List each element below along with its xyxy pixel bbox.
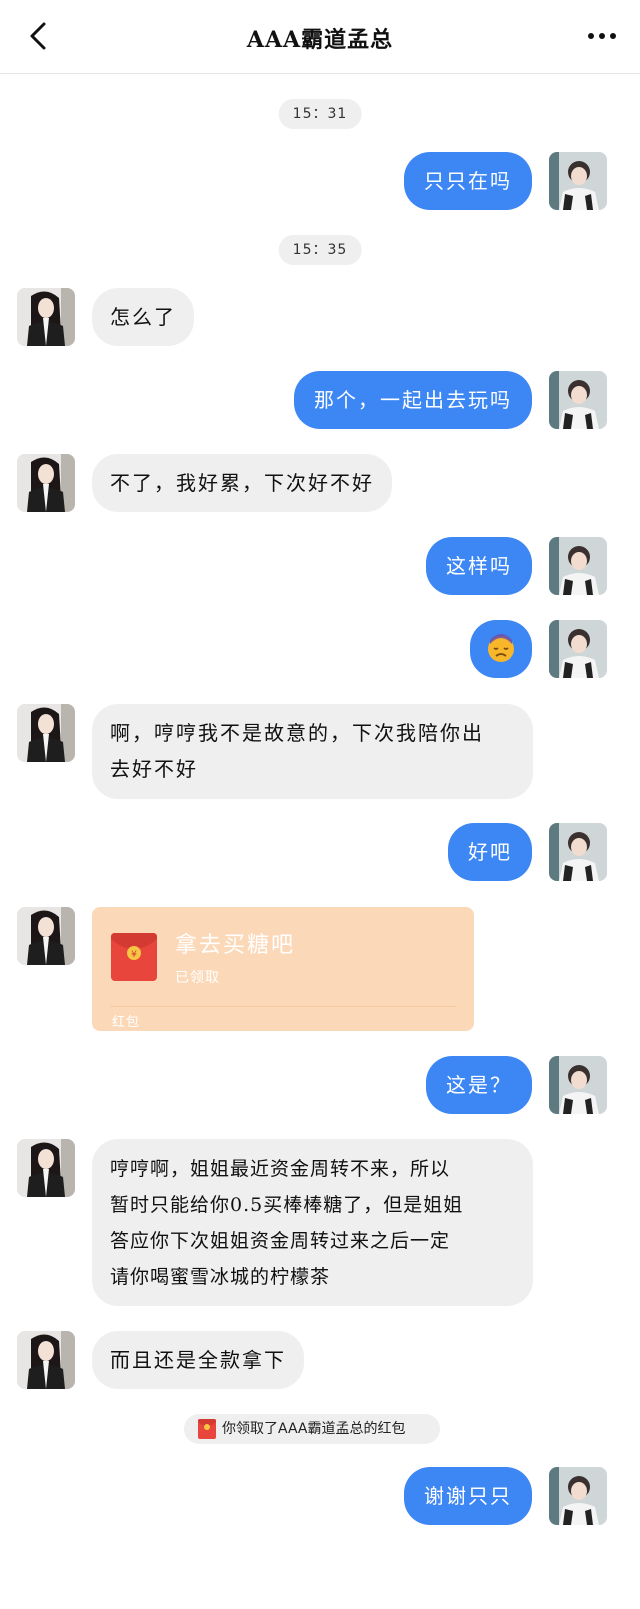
divider [110,1006,456,1007]
contact-avatar[interactable] [17,1331,75,1389]
message-bubble-sent[interactable]: 好吧 [448,823,532,881]
message-bubble-received[interactable]: 而且还是全款拿下 [92,1331,304,1389]
red-packet-title: 拿去买糖吧 [175,933,296,958]
red-packet-claimed-notice: 你领取了AAA霸道孟总的红包 [184,1414,440,1444]
message-line: 哼哼啊，姐姐最近资金周转不来，所以 [110,1158,451,1180]
message-line: 啊，哼哼我不是故意的，下次我陪你出 [110,721,484,745]
timestamp: 15：31 [278,99,362,129]
red-packet-icon: ¥ [111,933,157,981]
notice-text: 你领取了AAA霸道孟总的红包 [222,1421,406,1437]
chat-header: AAA霸道孟总 [0,0,640,74]
chat-title: AAA霸道孟总 [246,27,394,53]
red-packet-status: 已领取 [175,970,220,986]
more-button[interactable] [582,18,622,54]
red-packet-card[interactable]: ¥ 拿去买糖吧 已领取 红包 [92,907,474,1031]
my-avatar[interactable] [549,1467,607,1525]
message-bubble-received[interactable]: 不了，我好累，下次好不好 [92,454,392,512]
chevron-left-icon [30,22,46,50]
message-bubble-sent[interactable]: 谢谢只只 [404,1467,532,1525]
red-packet-label: 红包 [112,1015,141,1030]
contact-avatar[interactable] [17,704,75,762]
message-bubble-sent-emoji[interactable] [470,620,532,678]
contact-avatar[interactable] [17,288,75,346]
contact-avatar[interactable] [17,454,75,512]
my-avatar[interactable] [549,537,607,595]
my-avatar[interactable] [549,371,607,429]
message-line: 去好不好 [110,757,198,781]
red-packet-icon [198,1419,216,1439]
my-avatar[interactable] [549,823,607,881]
timestamp: 15：35 [278,235,362,265]
contact-avatar[interactable] [17,907,75,965]
sad-face-emoji [488,634,514,662]
message-bubble-received[interactable]: 哼哼啊，姐姐最近资金周转不来，所以 暂时只能给你0.5买棒棒糖了，但是姐姐 答应… [92,1139,533,1306]
message-line: 暂时只能给你0.5买棒棒糖了，但是姐姐 [110,1194,464,1216]
contact-avatar[interactable] [17,1139,75,1197]
back-button[interactable] [20,18,56,54]
message-line: 答应你下次姐姐资金周转过来之后一定 [110,1230,451,1252]
message-bubble-sent[interactable]: 那个，一起出去玩吗 [294,371,532,429]
svg-text:¥: ¥ [131,950,137,960]
more-dots-icon [588,33,616,39]
my-avatar[interactable] [549,152,607,210]
message-bubble-received[interactable]: 怎么了 [92,288,194,346]
message-bubble-sent[interactable]: 只只在吗 [404,152,532,210]
message-bubble-received[interactable]: 啊，哼哼我不是故意的，下次我陪你出 去好不好 [92,704,533,799]
message-bubble-sent[interactable]: 这是？ [426,1056,532,1114]
message-line: 请你喝蜜雪冰城的柠檬茶 [110,1266,331,1288]
my-avatar[interactable] [549,620,607,678]
my-avatar[interactable] [549,1056,607,1114]
message-bubble-sent[interactable]: 这样吗 [426,537,532,595]
